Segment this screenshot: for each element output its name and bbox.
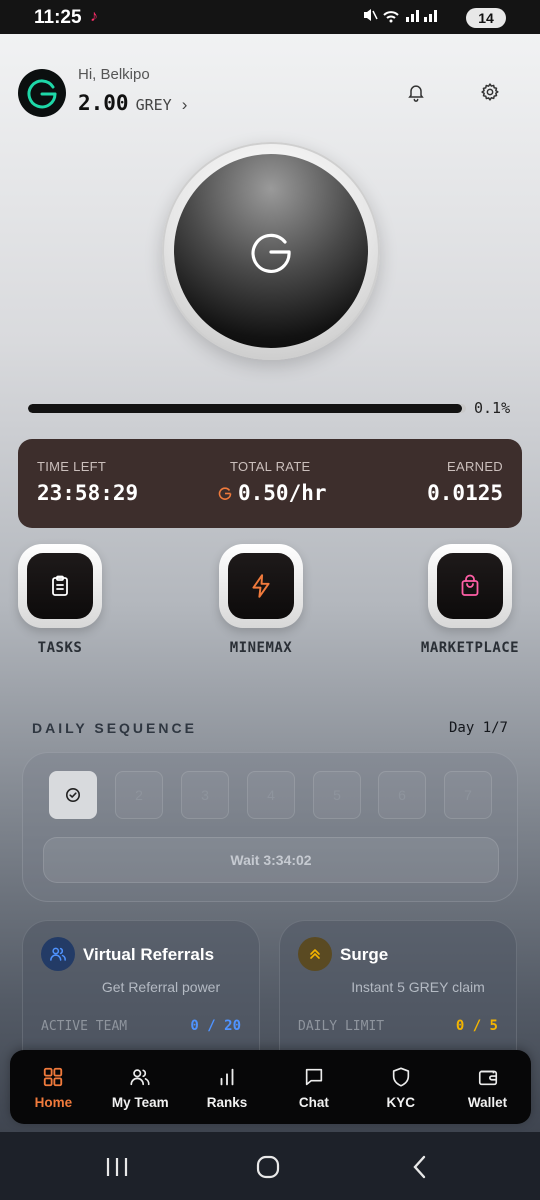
lightning-icon [252,574,270,598]
nav-my-team[interactable]: My Team [97,1064,183,1110]
status-time: 11:25 [34,7,82,28]
day-box[interactable]: 6 [378,771,426,819]
bar-chart-icon [184,1064,270,1090]
grey-logo-icon [251,233,291,273]
status-bar: 11:25 ♪ 14 [0,0,540,34]
daily-claim-wait-button[interactable]: Wait 3:34:02 [43,837,499,883]
grey-logo-icon [27,79,57,109]
nav-home-label: Home [34,1095,73,1110]
mining-progress-percent: 0.1% [474,399,511,417]
check-circle-icon [66,788,80,802]
active-team-label: ACTIVE TEAM [41,1019,128,1034]
minemax-label: MINEMAX [229,640,293,656]
mining-progress-bar [28,404,466,413]
balance-link[interactable]: 2.00 GREY › [78,91,187,115]
battery-indicator: 14 [466,8,506,28]
system-status-icons [362,7,440,26]
nav-chat-label: Chat [298,1095,329,1110]
active-team-value: 0 / 20 [190,1018,241,1034]
nav-kyc-label: KYC [386,1095,415,1110]
nav-wallet[interactable]: Wallet [445,1064,531,1110]
day-box[interactable]: 3 [181,771,229,819]
total-rate-label: TOTAL RATE [230,459,311,474]
tiktok-icon: ♪ [90,8,98,25]
users-icon [41,937,75,971]
earned-value: 0.0125 [427,481,503,505]
app-screen: Hi, Belkipo 2.00 GREY › 0.1% TIME LEFT 2… [0,34,540,1132]
users-icon [97,1064,183,1090]
total-rate-value: 0.50/hr [238,481,327,505]
marketplace-button[interactable]: MARKETPLACE [410,544,530,656]
bottom-navigation: Home My Team Ranks Chat KYC Wallet [10,1050,531,1124]
nav-chat[interactable]: Chat [271,1064,357,1110]
total-rate-stat: TOTAL RATE 0.50/hr [218,459,327,505]
avatar[interactable] [18,69,66,117]
daily-sequence-card: 2 3 4 5 6 7 Wait 3:34:02 [22,752,518,902]
system-navigation-bar [0,1132,540,1200]
daily-sequence-title: DAILY SEQUENCE [32,720,197,736]
tasks-label: TASKS [37,640,83,656]
shield-icon [358,1064,444,1090]
nav-ranks[interactable]: Ranks [184,1064,270,1110]
day-box[interactable]: 5 [313,771,361,819]
time-left-label: TIME LEFT [37,459,107,474]
home-system-icon[interactable] [253,1154,283,1180]
earned-stat: EARNED 0.0125 [427,459,503,505]
grid-icon [10,1064,96,1090]
greeting-text: Hi, Belkipo [78,66,150,83]
nav-ranks-label: Ranks [206,1095,248,1110]
shopping-bag-icon [461,574,479,596]
time-left-stat: TIME LEFT 23:58:29 [37,459,138,505]
surge-title: Surge [340,945,389,964]
virtual-referrals-title: Virtual Referrals [83,945,215,964]
minemax-button[interactable]: MINEMAX [201,544,321,656]
earned-label: EARNED [447,459,503,474]
time-left-value: 23:58:29 [37,481,139,505]
bell-icon[interactable] [404,80,428,104]
nav-kyc[interactable]: KYC [358,1064,444,1110]
virtual-referrals-subtitle: Get Referral power [101,979,221,995]
nav-home[interactable]: Home [10,1064,96,1110]
mining-button[interactable] [162,142,380,360]
gear-icon[interactable] [478,80,502,104]
battery-level: 14 [478,10,494,26]
grey-coin-icon [218,487,232,500]
chevron-right-icon: › [181,95,188,114]
double-chevron-up-icon [298,937,332,971]
tasks-button[interactable]: TASKS [0,544,120,656]
clipboard-icon [52,575,68,596]
nav-wallet-label: Wallet [467,1095,508,1110]
balance-unit: GREY [135,96,172,114]
marketplace-label: MARKETPLACE [420,640,520,656]
day-1-checked[interactable] [49,771,97,819]
nav-my-team-label: My Team [111,1095,169,1110]
daily-day-counter: Day 1/7 [448,720,508,736]
surge-subtitle: Instant 5 GREY claim [351,979,485,995]
mining-orb [174,154,368,348]
daily-limit-label: DAILY LIMIT [298,1019,385,1034]
back-icon[interactable] [405,1154,435,1180]
mining-progress-fill [28,404,462,413]
day-box[interactable]: 2 [115,771,163,819]
mining-stats-card: TIME LEFT 23:58:29 TOTAL RATE 0.50/hr EA… [18,439,522,528]
daily-limit-value: 0 / 5 [455,1018,498,1034]
day-box[interactable]: 4 [247,771,295,819]
day-box[interactable]: 7 [444,771,492,819]
chat-bubble-icon [271,1064,357,1090]
wallet-icon [445,1064,531,1090]
recent-apps-icon[interactable] [102,1154,132,1180]
balance-amount: 2.00 [78,91,129,115]
